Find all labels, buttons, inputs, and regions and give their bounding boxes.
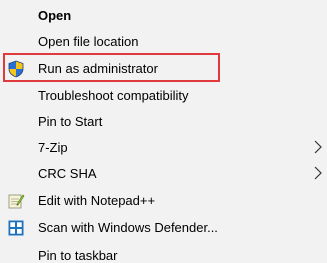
chevron-right-icon xyxy=(313,139,323,155)
menu-item-crc-sha[interactable]: CRC SHA xyxy=(0,160,327,187)
menu-item-label: CRC SHA xyxy=(38,166,97,181)
chevron-right-icon xyxy=(313,165,323,181)
context-menu: Open Open file location Run as administr… xyxy=(0,0,327,263)
menu-item-edit-with-notepad[interactable]: Edit with Notepad++ xyxy=(0,187,327,214)
menu-item-troubleshoot-compatibility[interactable]: Troubleshoot compatibility xyxy=(0,82,327,109)
menu-item-7-zip[interactable]: 7-Zip xyxy=(0,134,327,161)
menu-item-label: Pin to Start xyxy=(38,114,103,129)
menu-item-label: Open xyxy=(38,8,72,23)
menu-item-label: Open file location xyxy=(38,34,139,49)
menu-item-label: 7-Zip xyxy=(38,140,68,155)
menu-item-open-file-location[interactable]: Open file location xyxy=(0,28,327,55)
menu-item-label: Run as administrator xyxy=(38,61,158,76)
menu-item-run-as-administrator[interactable]: Run as administrator xyxy=(0,55,327,82)
menu-item-open[interactable]: Open xyxy=(0,2,327,29)
menu-item-label: Edit with Notepad++ xyxy=(38,193,156,208)
notepad-plus-plus-icon xyxy=(7,192,25,210)
menu-item-pin-to-taskbar[interactable]: Pin to taskbar xyxy=(0,242,327,263)
menu-item-pin-to-start[interactable]: Pin to Start xyxy=(0,108,327,135)
menu-item-label: Troubleshoot compatibility xyxy=(38,88,189,103)
menu-item-label: Pin to taskbar xyxy=(38,248,118,263)
uac-shield-icon xyxy=(7,60,25,78)
windows-defender-icon xyxy=(7,219,25,237)
menu-item-label: Scan with Windows Defender... xyxy=(38,220,218,235)
menu-item-scan-with-windows-defender[interactable]: Scan with Windows Defender... xyxy=(0,214,327,241)
